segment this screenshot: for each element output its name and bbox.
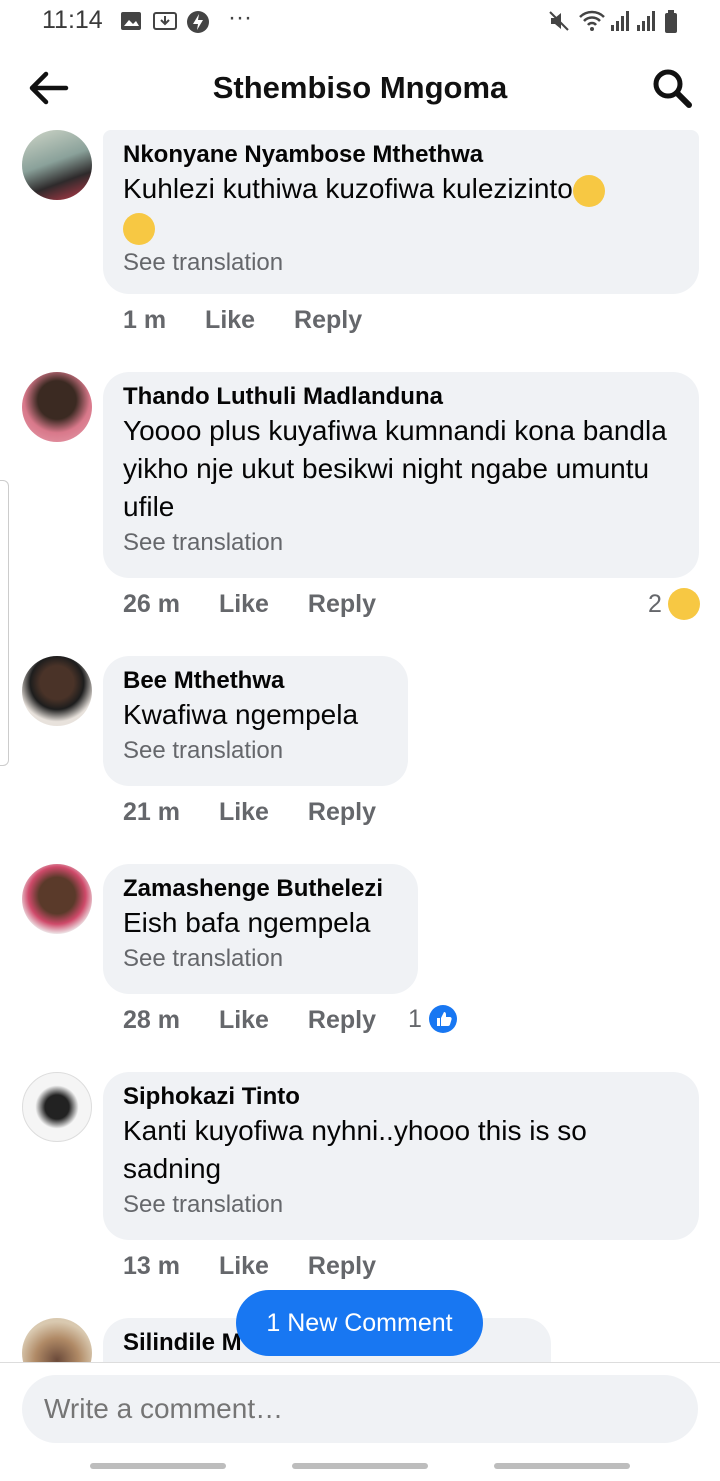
reply-button[interactable]: Reply [308, 590, 376, 618]
like-reaction-icon [428, 1005, 457, 1033]
see-translation-link[interactable]: See translation [123, 248, 679, 278]
reply-button[interactable]: Reply [294, 306, 362, 334]
like-button[interactable]: Like [219, 1006, 269, 1034]
comment-text: Eish bafa ngempela [123, 907, 371, 938]
comment-text: Kwafiwa ngempela [123, 699, 359, 730]
comment-text: Kanti kuyofiwa nyhni..yhooo this is so s… [123, 1115, 587, 1184]
wifi-icon [579, 10, 605, 31]
comment-actions: 13 m Like Reply [123, 1252, 408, 1281]
comment-time: 1 m [123, 306, 167, 334]
reaction-count: 1 [408, 1004, 422, 1033]
avatar[interactable] [22, 656, 92, 726]
like-button[interactable]: Like [219, 1252, 269, 1280]
mute-icon [549, 11, 569, 31]
comment-text: Kuhlezi kuthiwa kuzofiwa kulezizinto [123, 170, 679, 246]
new-comment-button[interactable]: 1 New Comment [236, 1290, 483, 1356]
reaction-summary[interactable]: 1 [408, 1004, 458, 1034]
comment-bubble[interactable]: Siphokazi Tinto Kanti kuyofiwa nyhni..yh… [103, 1072, 699, 1240]
see-translation-link[interactable]: See translation [123, 528, 679, 558]
status-bar: 11:14 ··· [0, 0, 720, 46]
signal-icon-1 [611, 11, 629, 31]
nav-recents-button[interactable] [90, 1463, 226, 1469]
page-title: Sthembiso Mngoma [212, 70, 508, 105]
comment-actions: 28 m Like Reply [123, 1006, 408, 1035]
avatar[interactable] [22, 864, 92, 934]
comment-time: 28 m [123, 1006, 180, 1034]
comment-bubble[interactable]: Zamashenge Buthelezi Eish bafa ngempela … [103, 864, 418, 994]
nav-home-button[interactable] [292, 1463, 428, 1469]
see-translation-link[interactable]: See translation [123, 1190, 679, 1220]
avatar[interactable] [22, 1318, 92, 1362]
yawning-face-icon [572, 174, 605, 207]
comment-author[interactable]: Thando Luthuli Madlanduna [123, 382, 679, 412]
comment-author[interactable]: Siphokazi Tinto [123, 1082, 679, 1112]
like-button[interactable]: Like [205, 306, 255, 334]
download-icon [153, 12, 177, 30]
gallery-icon [121, 12, 141, 30]
avatar[interactable] [22, 1072, 92, 1142]
comment-time: 21 m [123, 798, 180, 826]
battery-icon [665, 10, 677, 33]
avatar[interactable] [22, 372, 92, 442]
comment-time: 13 m [123, 1252, 180, 1280]
comment-author[interactable]: Bee Mthethwa [123, 666, 388, 696]
comment-author[interactable]: Nkonyane Nyambose Mthethwa [123, 140, 679, 170]
comment-actions: 26 m Like Reply [123, 590, 408, 619]
comment-composer [0, 1362, 720, 1481]
reaction-count: 2 [648, 589, 662, 618]
signal-icon-2 [637, 11, 655, 31]
reply-button[interactable]: Reply [308, 1252, 376, 1280]
see-translation-link[interactable]: See translation [123, 944, 398, 974]
search-icon[interactable] [650, 66, 694, 110]
like-button[interactable]: Like [219, 590, 269, 618]
top-app-bar: Sthembiso Mngoma [0, 46, 720, 130]
eye-roll-face-icon [123, 212, 155, 245]
comment-bubble[interactable]: Bee Mthethwa Kwafiwa ngempela See transl… [103, 656, 408, 786]
comment-text: Yoooo plus kuyafiwa kumnandi kona bandla… [123, 415, 667, 522]
side-edge-handle[interactable] [0, 480, 9, 766]
reply-button[interactable]: Reply [308, 1006, 376, 1034]
comment-actions: 21 m Like Reply [123, 798, 408, 827]
more-notifications-icon: ··· [228, 4, 252, 31]
avatar[interactable] [22, 130, 92, 200]
nav-back-button[interactable] [494, 1463, 630, 1469]
comment-bubble[interactable]: Thando Luthuli Madlanduna Yoooo plus kuy… [103, 372, 699, 578]
see-translation-link[interactable]: See translation [123, 736, 388, 766]
comment-actions: 1 m Like Reply [123, 306, 394, 335]
reply-button[interactable]: Reply [308, 798, 376, 826]
sad-reaction-icon [667, 588, 700, 620]
like-button[interactable]: Like [219, 798, 269, 826]
reaction-summary[interactable]: 2 [648, 588, 700, 620]
comment-author[interactable]: Zamashenge Buthelezi [123, 874, 398, 904]
messenger-icon [187, 11, 209, 33]
write-comment-input[interactable] [22, 1375, 698, 1443]
comment-time: 26 m [123, 590, 180, 618]
comment-bubble[interactable]: Nkonyane Nyambose Mthethwa Kuhlezi kuthi… [103, 130, 699, 294]
status-time: 11:14 [42, 6, 103, 34]
